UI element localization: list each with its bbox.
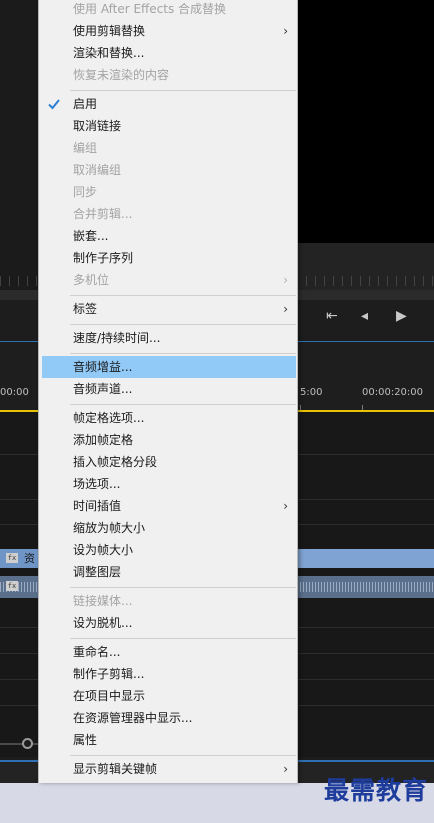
menu-item-label: 渲染和替换... [73, 46, 145, 60]
fx-badge: fx [6, 553, 18, 563]
menu-item-replace-with-ae-comp[interactable]: 使用 After Effects 合成替换 [42, 0, 296, 20]
menu-separator [70, 90, 296, 91]
menu-item-label: 重命名... [73, 645, 121, 659]
menu-item-label: 在资源管理器中显示... [73, 711, 193, 725]
clip-context-menu: 使用 After Effects 合成替换 使用剪辑替换 › 渲染和替换... … [38, 0, 298, 783]
menu-separator [70, 587, 296, 588]
menu-item-label: 使用剪辑替换 [73, 24, 146, 38]
menu-item-label: 调整图层 [73, 565, 122, 579]
menu-separator [70, 324, 296, 325]
menu-item-label: 标签 [73, 302, 98, 316]
menu-separator [70, 755, 296, 756]
submenu-arrow-icon: › [283, 302, 288, 316]
timecode-label: 00:00:20:00 [362, 387, 424, 398]
menu-item-replace-with-clip[interactable]: 使用剪辑替换 › [42, 20, 296, 42]
zoom-scroll-handle[interactable] [22, 738, 33, 749]
program-monitor [298, 0, 434, 243]
menu-item-label: 制作子剪辑... [73, 667, 145, 681]
menu-item-reveal-in-project[interactable]: 在项目中显示 [42, 685, 296, 707]
menu-item-insert-frame-hold-segment[interactable]: 插入帧定格分段 [42, 451, 296, 473]
menu-item-make-subclip[interactable]: 制作子剪辑... [42, 663, 296, 685]
project-panel-left [0, 0, 38, 290]
menu-separator [70, 638, 296, 639]
menu-item-render-and-replace[interactable]: 渲染和替换... [42, 42, 296, 64]
menu-item-label: 制作子序列 [73, 251, 134, 265]
menu-item-merge-clips[interactable]: 合并剪辑... [42, 203, 296, 225]
menu-item-label: 在项目中显示 [73, 689, 146, 703]
menu-item-ungroup[interactable]: 取消编组 [42, 159, 296, 181]
watermark-logo: 最需教育 [323, 776, 428, 805]
menu-item-label-color[interactable]: 标签 › [42, 298, 296, 320]
menu-item-label: 设为脱机... [73, 616, 133, 630]
menu-item-show-clip-keyframes[interactable]: 显示剪辑关键帧 › [42, 758, 296, 780]
timecode-label: 00:00 [0, 387, 29, 398]
menu-item-label: 取消链接 [73, 119, 122, 133]
menu-item-label: 插入帧定格分段 [73, 455, 158, 469]
frame-back-icon[interactable]: ◂ [361, 308, 368, 324]
menu-item-add-frame-hold[interactable]: 添加帧定格 [42, 429, 296, 451]
menu-item-make-subsequence[interactable]: 制作子序列 [42, 247, 296, 269]
menu-separator [70, 295, 296, 296]
menu-item-properties[interactable]: 属性 [42, 729, 296, 751]
menu-item-audio-gain[interactable]: 音频增益... [42, 356, 296, 378]
timecode-label: 5:00 [300, 387, 323, 398]
menu-item-rename[interactable]: 重命名... [42, 641, 296, 663]
menu-item-synchronize[interactable]: 同步 [42, 181, 296, 203]
menu-item-label: 嵌套... [73, 229, 109, 243]
menu-item-unlink[interactable]: 取消链接 [42, 115, 296, 137]
menu-item-label: 多机位 [73, 273, 110, 287]
submenu-arrow-icon: › [283, 273, 288, 287]
menu-item-speed-duration[interactable]: 速度/持续时间... [42, 327, 296, 349]
menu-item-group[interactable]: 编组 [42, 137, 296, 159]
step-back-icon[interactable]: ⇤ [326, 308, 338, 324]
menu-item-reveal-in-explorer[interactable]: 在资源管理器中显示... [42, 707, 296, 729]
menu-separator [70, 353, 296, 354]
menu-item-scale-to-frame-size[interactable]: 缩放为帧大小 [42, 517, 296, 539]
menu-item-label: 属性 [73, 733, 98, 747]
submenu-arrow-icon: › [283, 762, 288, 776]
menu-item-set-to-frame-size[interactable]: 设为帧大小 [42, 539, 296, 561]
menu-item-label: 时间插值 [73, 499, 122, 513]
menu-item-label: 音频增益... [73, 360, 133, 374]
menu-item-label: 合并剪辑... [73, 207, 133, 221]
menu-item-frame-hold-options[interactable]: 帧定格选项... [42, 407, 296, 429]
menu-item-label: 编组 [73, 141, 98, 155]
menu-item-link-media[interactable]: 链接媒体... [42, 590, 296, 612]
submenu-arrow-icon: › [283, 24, 288, 38]
menu-item-label: 恢复未渲染的内容 [73, 68, 170, 82]
menu-item-label: 帧定格选项... [73, 411, 145, 425]
menu-item-audio-channels[interactable]: 音频声道... [42, 378, 296, 400]
menu-item-multi-camera[interactable]: 多机位 › [42, 269, 296, 291]
menu-item-label: 缩放为帧大小 [73, 521, 146, 535]
menu-item-label: 启用 [73, 97, 98, 111]
checkmark-icon [48, 99, 60, 110]
menu-item-field-options[interactable]: 场选项... [42, 473, 296, 495]
menu-item-restore-unrendered[interactable]: 恢复未渲染的内容 [42, 64, 296, 86]
menu-item-label: 添加帧定格 [73, 433, 134, 447]
menu-item-make-offline[interactable]: 设为脱机... [42, 612, 296, 634]
menu-item-label: 显示剪辑关键帧 [73, 762, 158, 776]
video-clip-label: 资 [24, 552, 35, 565]
transport-controls: ⇤ ◂ ▶ [298, 300, 434, 340]
menu-separator [70, 404, 296, 405]
menu-item-label: 场选项... [73, 477, 121, 491]
play-icon[interactable]: ▶ [396, 308, 407, 324]
fx-badge: fx [6, 581, 18, 591]
menu-item-enable[interactable]: 启用 [42, 93, 296, 115]
menu-item-time-interpolation[interactable]: 时间插值 › [42, 495, 296, 517]
submenu-arrow-icon: › [283, 499, 288, 513]
menu-item-label: 音频声道... [73, 382, 133, 396]
menu-item-label: 速度/持续时间... [73, 331, 161, 345]
menu-item-label: 使用 After Effects 合成替换 [73, 2, 227, 16]
menu-item-label: 同步 [73, 185, 98, 199]
menu-item-label: 设为帧大小 [73, 543, 134, 557]
menu-item-nest[interactable]: 嵌套... [42, 225, 296, 247]
menu-item-label: 取消编组 [73, 163, 122, 177]
menu-item-adjustment-layer[interactable]: 调整图层 [42, 561, 296, 583]
menu-item-label: 链接媒体... [73, 594, 133, 608]
